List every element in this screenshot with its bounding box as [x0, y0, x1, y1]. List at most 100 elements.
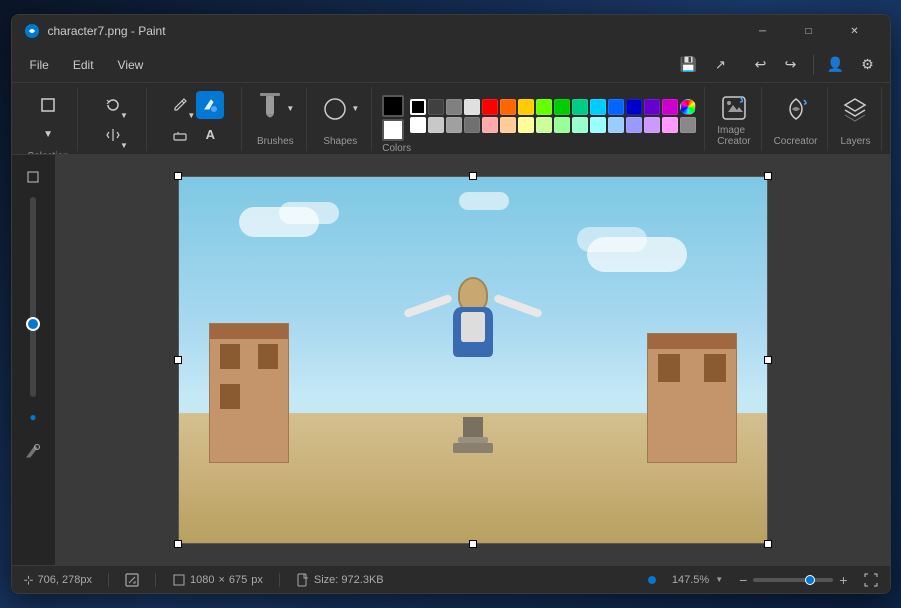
opacity-slider-thumb[interactable]	[26, 317, 40, 331]
settings-button[interactable]: ⚙	[854, 51, 882, 79]
color-mint[interactable]	[572, 117, 588, 133]
canvas-area[interactable]	[56, 155, 890, 565]
color-rainbow[interactable]	[680, 99, 696, 115]
flip-button[interactable]: ▼	[99, 121, 127, 149]
color-black[interactable]	[410, 99, 426, 115]
zoom-value-text: 147.5%	[672, 574, 709, 586]
minimize-button[interactable]: ─	[740, 15, 786, 47]
color-darkgray[interactable]	[428, 99, 444, 115]
color-mid-gray[interactable]	[680, 117, 696, 133]
selection-handle-tl[interactable]	[174, 172, 182, 180]
selection-handle-ml[interactable]	[174, 356, 182, 364]
zoom-out-button[interactable]: −	[739, 572, 747, 588]
status-divider-3	[279, 573, 280, 587]
color-light-green1[interactable]	[536, 117, 552, 133]
foreground-color[interactable]	[382, 95, 404, 117]
save-button[interactable]: 💾	[675, 51, 703, 79]
toolbar-group-cocreator[interactable]: Cocreator	[764, 87, 829, 151]
left-panel-top-btn[interactable]	[17, 163, 49, 191]
background-color[interactable]	[382, 119, 404, 141]
opacity-slider-track[interactable]	[30, 197, 36, 397]
active-colors	[382, 91, 404, 141]
brush-preview-btn[interactable]	[17, 437, 49, 465]
color-teal-green[interactable]	[572, 99, 588, 115]
menu-view[interactable]: View	[108, 54, 154, 76]
menu-file[interactable]: File	[20, 54, 59, 76]
color-silver1[interactable]	[428, 117, 444, 133]
zoom-slider-area: − +	[739, 572, 847, 588]
color-lavender[interactable]	[644, 117, 660, 133]
color-green[interactable]	[554, 99, 570, 115]
toolbar-group-image: ▼ ▼ ▼	[80, 87, 148, 151]
color-silver3[interactable]	[464, 117, 480, 133]
colors-label: Colors	[382, 143, 411, 154]
fullscreen-btn[interactable]	[864, 573, 878, 587]
brushes-down-icon: ▼	[286, 104, 294, 113]
color-light-yellow[interactable]	[518, 117, 534, 133]
color-white[interactable]	[410, 117, 426, 133]
cocreator-icon	[782, 91, 810, 127]
fill-button[interactable]	[196, 91, 224, 119]
image-creator-icon	[720, 91, 748, 125]
window-controls: ─ □ ✕	[740, 15, 878, 47]
undo-button[interactable]: ↩	[747, 51, 775, 79]
selection-chevron-button[interactable]: ▼	[34, 121, 62, 149]
color-lightgray[interactable]	[464, 99, 480, 115]
selection-handle-bc[interactable]	[469, 540, 477, 548]
color-peach[interactable]	[500, 117, 516, 133]
color-silver2[interactable]	[446, 117, 462, 133]
color-cyan[interactable]	[590, 99, 606, 115]
color-periwinkle[interactable]	[626, 117, 642, 133]
shapes-down-icon: ▼	[351, 104, 359, 113]
zoom-thumb[interactable]	[805, 575, 815, 585]
canvas-image[interactable]	[178, 176, 768, 544]
layers-label: Layers	[840, 136, 870, 147]
selection-handle-mr[interactable]	[764, 356, 772, 364]
selection-rect-button[interactable]	[34, 91, 62, 119]
color-red[interactable]	[482, 99, 498, 115]
color-blue[interactable]	[608, 99, 624, 115]
selection-handle-bl[interactable]	[174, 540, 182, 548]
color-dark-blue[interactable]	[626, 99, 642, 115]
share-button[interactable]: ↗	[707, 51, 735, 79]
redo-button[interactable]: ↪	[777, 51, 805, 79]
zoom-indicator	[648, 576, 656, 584]
close-button[interactable]: ✕	[832, 15, 878, 47]
character	[433, 277, 513, 437]
toolbar-group-layers[interactable]: Layers	[830, 87, 881, 151]
color-yellow-green[interactable]	[536, 99, 552, 115]
zoom-in-button[interactable]: +	[839, 572, 847, 588]
cloud-2	[279, 202, 339, 224]
color-yellow[interactable]	[518, 99, 534, 115]
brushes-content: ▼	[256, 91, 294, 127]
selection-handle-br[interactable]	[764, 540, 772, 548]
color-gray[interactable]	[446, 99, 462, 115]
menu-divider	[813, 55, 814, 75]
selection-handle-tc[interactable]	[469, 172, 477, 180]
color-orange[interactable]	[500, 99, 516, 115]
color-light-cyan[interactable]	[590, 117, 606, 133]
text-button[interactable]: A	[196, 121, 224, 149]
resize-icon-btn[interactable]	[125, 573, 139, 587]
color-light-magenta[interactable]	[662, 117, 678, 133]
image-buttons: ▼ ▼ ▼	[88, 91, 139, 156]
cloud-4	[577, 227, 647, 252]
color-light-blue[interactable]	[608, 117, 624, 133]
color-light-green2[interactable]	[554, 117, 570, 133]
selection-handle-tr[interactable]	[764, 172, 772, 180]
status-divider-2	[155, 573, 156, 587]
toolbar-group-image-creator[interactable]: Image Creator	[707, 87, 761, 151]
zoom-level[interactable]: 147.5% ▼	[672, 574, 723, 586]
profile-button[interactable]: 👤	[822, 51, 850, 79]
rotate-button[interactable]: ▼	[99, 91, 127, 119]
pencil-button[interactable]: ▼	[166, 91, 194, 119]
zoom-track[interactable]	[753, 578, 833, 582]
menu-edit[interactable]: Edit	[63, 54, 104, 76]
maximize-button[interactable]: □	[786, 15, 832, 47]
color-magenta[interactable]	[662, 99, 678, 115]
eraser-button[interactable]	[166, 121, 194, 149]
opacity-value-btn[interactable]: ●	[17, 403, 49, 431]
color-purple[interactable]	[644, 99, 660, 115]
color-pink[interactable]	[482, 117, 498, 133]
history-controls: ↩ ↪	[747, 51, 805, 79]
